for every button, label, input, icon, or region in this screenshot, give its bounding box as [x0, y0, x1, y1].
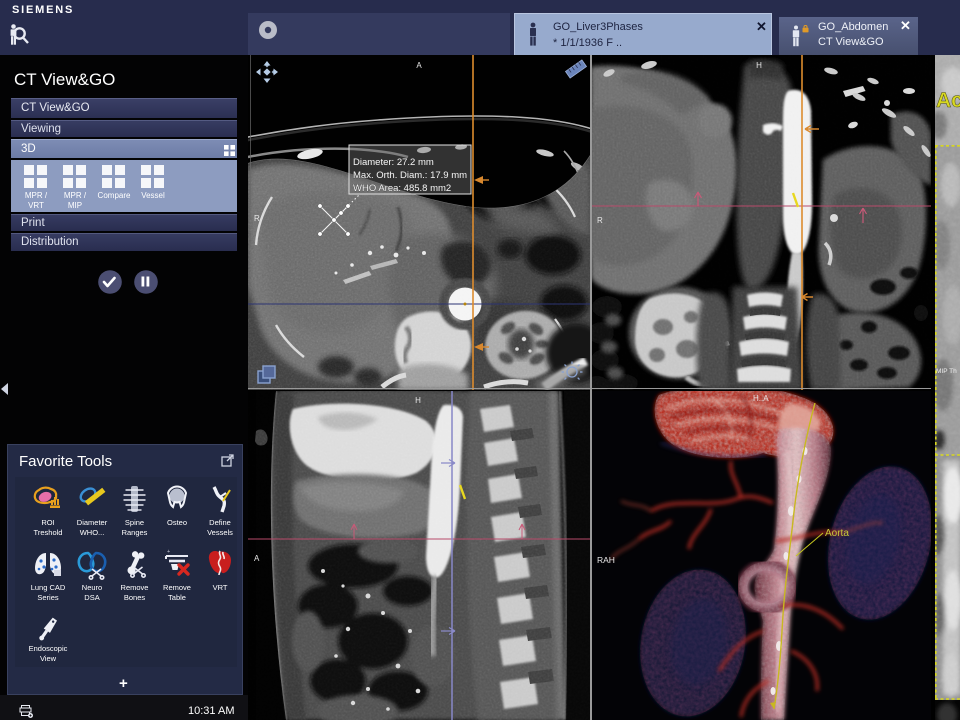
svg-text:MPR /: MPR / [25, 191, 48, 200]
svg-text:WHO Area: 485.8 mm2: WHO Area: 485.8 mm2 [353, 183, 451, 194]
svg-text:Remove: Remove [121, 583, 149, 592]
svg-text:R: R [597, 216, 603, 225]
svg-text:H..A: H..A [753, 394, 769, 403]
svg-text:Remove: Remove [163, 583, 191, 592]
svg-text:H: H [415, 396, 421, 405]
svg-text:WHO...: WHO... [80, 528, 105, 537]
svg-text:Vessel: Vessel [141, 191, 165, 200]
svg-text:VRT: VRT [213, 583, 228, 592]
svg-text:R: R [254, 214, 260, 223]
svg-text:MIP Th: MIP Th [936, 368, 957, 375]
svg-text:Neuro: Neuro [82, 583, 102, 592]
svg-text:Ranges: Ranges [122, 528, 148, 537]
svg-text:Aorta: Aorta [825, 528, 849, 539]
svg-text:Ac: Ac [936, 89, 960, 112]
svg-text:Diameter: 27.2 mm: Diameter: 27.2 mm [353, 157, 434, 168]
svg-text:Endoscopic: Endoscopic [29, 644, 68, 653]
svg-text:+: + [167, 549, 170, 555]
svg-text:View: View [40, 654, 57, 663]
svg-text:Osteo: Osteo [167, 518, 187, 527]
svg-text:Vessels: Vessels [207, 528, 233, 537]
svg-text:Define: Define [209, 518, 231, 527]
svg-text:Max. Orth. Diam.: 17.9 mm: Max. Orth. Diam.: 17.9 mm [353, 170, 467, 181]
svg-text:Table: Table [168, 593, 186, 602]
svg-text:Bones: Bones [124, 593, 146, 602]
svg-text:VRT: VRT [28, 201, 44, 210]
svg-text:MPR /: MPR / [64, 191, 87, 200]
svg-text:Diameter: Diameter [77, 518, 108, 527]
svg-text:ROI: ROI [41, 518, 54, 527]
svg-text:Series: Series [37, 593, 59, 602]
svg-text:H: H [756, 61, 762, 70]
svg-text:Compare: Compare [98, 191, 131, 200]
svg-text:MIP: MIP [68, 201, 82, 210]
svg-text:A: A [416, 61, 422, 70]
svg-text:Lung CAD: Lung CAD [31, 583, 66, 592]
svg-text:Spine: Spine [125, 518, 144, 527]
svg-text:Treshold: Treshold [34, 528, 63, 537]
svg-text:RAH: RAH [597, 555, 615, 565]
svg-text:A: A [254, 554, 260, 563]
svg-text:DSA: DSA [84, 593, 99, 602]
